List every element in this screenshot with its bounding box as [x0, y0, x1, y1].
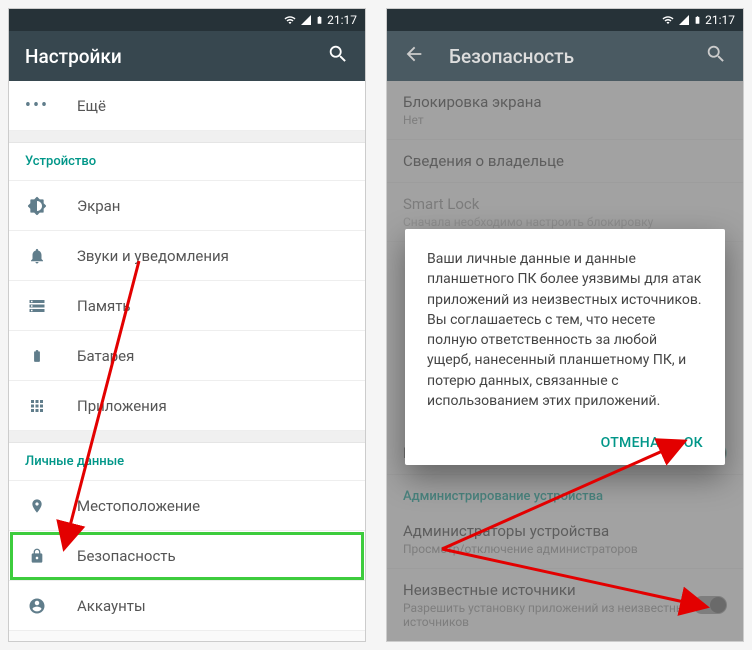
appbar: Безопасность	[387, 31, 743, 81]
section-device: Устройство	[9, 143, 365, 181]
dialog-body: Ваши личные данные и данные планшетного …	[427, 249, 703, 411]
row-accounts[interactable]: Аккаунты	[9, 581, 365, 631]
section-gap	[9, 431, 365, 443]
battery-icon	[315, 13, 324, 27]
statusbar: 21:17	[9, 9, 365, 31]
cancel-button[interactable]: ОТМЕНА	[601, 435, 660, 451]
lock-icon	[25, 546, 49, 566]
row-sound[interactable]: Звуки и уведомления	[9, 231, 365, 281]
row-label: Безопасность	[77, 547, 176, 565]
apps-icon	[25, 397, 49, 415]
page-title: Безопасность	[449, 45, 705, 68]
bell-icon	[25, 247, 49, 265]
battery-icon	[25, 346, 49, 366]
appbar: Настройки	[9, 31, 365, 81]
row-display[interactable]: Экран	[9, 181, 365, 231]
search-icon[interactable]	[327, 43, 349, 70]
more-icon: •••	[25, 95, 49, 116]
signal-icon	[300, 14, 312, 26]
statusbar: 21:17	[387, 9, 743, 31]
row-label: Местоположение	[77, 497, 200, 515]
section-personal: Личные данные	[9, 443, 365, 481]
search-icon[interactable]	[705, 43, 727, 70]
account-icon	[25, 597, 49, 615]
confirmation-dialog: Ваши личные данные и данные планшетного …	[405, 229, 725, 465]
page-title: Настройки	[25, 45, 327, 68]
statusbar-time: 21:17	[327, 13, 357, 27]
statusbar-time: 21:17	[705, 13, 735, 27]
phone-right: 21:17 Безопасность Блокировка экрана Нет…	[386, 8, 744, 642]
row-label: Память	[77, 297, 131, 315]
row-memory[interactable]: Память	[9, 281, 365, 331]
signal-icon	[678, 14, 690, 26]
row-location[interactable]: Местоположение	[9, 481, 365, 531]
phone-left: 21:17 Настройки ••• Ещё Устройство Экран…	[8, 8, 366, 642]
battery-icon	[693, 13, 702, 27]
dialog-actions: ОТМЕНА ОК	[427, 429, 703, 457]
row-security[interactable]: Безопасность	[9, 531, 365, 581]
row-label: Экран	[77, 197, 120, 215]
row-label: Приложения	[77, 397, 167, 415]
row-more[interactable]: ••• Ещё	[9, 81, 365, 131]
row-label: Аккаунты	[77, 597, 146, 615]
row-label: Ещё	[77, 97, 106, 115]
settings-list[interactable]: ••• Ещё Устройство Экран Звуки и уведомл…	[9, 81, 365, 641]
wifi-icon	[283, 14, 297, 26]
display-icon	[25, 196, 49, 216]
row-label: Батарея	[77, 347, 134, 365]
wifi-icon	[661, 14, 675, 26]
ok-button[interactable]: ОК	[684, 435, 703, 451]
row-battery[interactable]: Батарея	[9, 331, 365, 381]
row-apps[interactable]: Приложения	[9, 381, 365, 431]
storage-icon	[25, 297, 49, 315]
location-icon	[25, 496, 49, 516]
section-gap	[9, 131, 365, 143]
back-icon[interactable]	[403, 43, 425, 70]
row-label: Звуки и уведомления	[77, 247, 229, 265]
